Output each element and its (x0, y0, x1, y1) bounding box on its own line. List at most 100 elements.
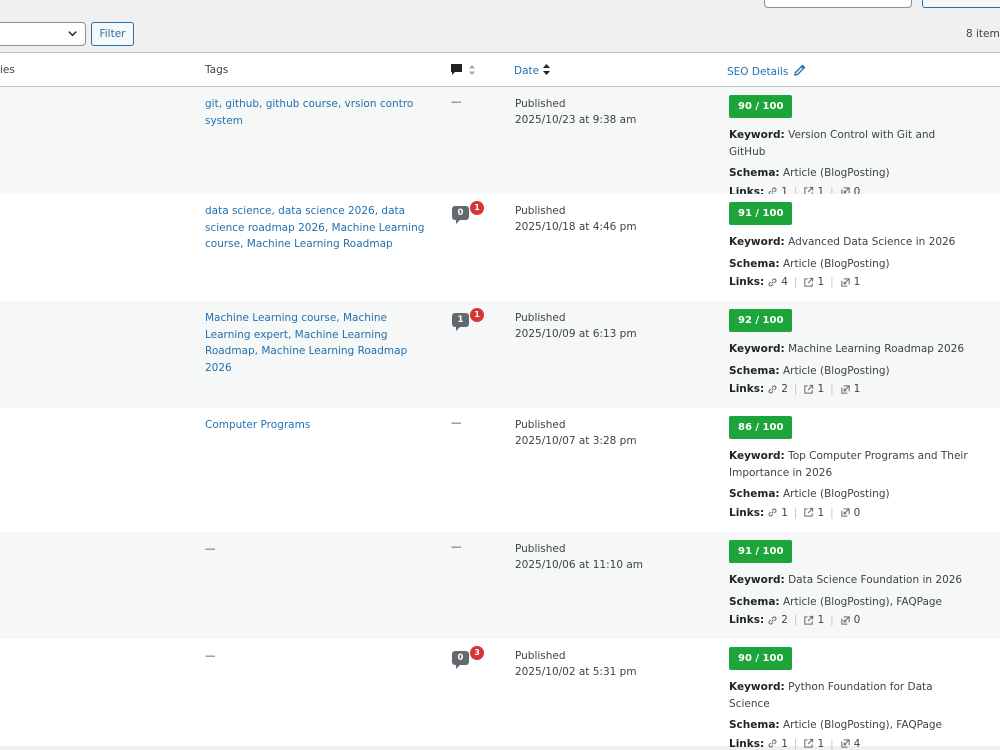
sort-icon (543, 64, 551, 75)
comment-count-bubble[interactable]: 0 3 (452, 646, 484, 669)
internal-link-icon (768, 278, 777, 286)
approved-comment-count: 0 (452, 651, 469, 665)
table-row: — 0 3 Published 2025/10/02 at 5:31 pm 90… (0, 639, 1000, 750)
comment-count-bubble[interactable]: 0 1 (452, 201, 484, 224)
post-date-value: 2025/10/23 at 9:38 am (515, 114, 637, 126)
post-tags[interactable]: — (205, 648, 435, 665)
seo-score-badge[interactable]: 90 / 100 (729, 647, 793, 670)
post-status: Published (515, 312, 566, 324)
column-tags: Tags (205, 64, 229, 76)
seo-score-badge[interactable]: 92 / 100 (729, 309, 793, 332)
column-categories[interactable]: ies (0, 64, 15, 76)
seo-keyword: Keyword: Machine Learning Roadmap 2026 (729, 343, 965, 355)
post-date: Published 2025/10/02 at 5:31 pm (515, 648, 637, 680)
seo-details: 91 / 100 Keyword: Data Science Foundatio… (729, 540, 969, 626)
post-status: Published (515, 98, 566, 110)
comment-icon (451, 64, 475, 75)
comment-count-bubble[interactable]: 1 1 (452, 308, 484, 331)
post-date: Published 2025/10/18 at 4:46 pm (515, 203, 637, 235)
post-date: Published 2025/10/23 at 9:38 am (515, 96, 636, 128)
column-seo-label: SEO Details (727, 66, 789, 78)
comments-none: — (451, 96, 462, 108)
approved-comment-count: 1 (452, 313, 469, 327)
seo-links: Links: 1 | 1 | 4 (729, 737, 861, 750)
post-tags[interactable]: — (205, 541, 435, 558)
post-date-value: 2025/10/09 at 6:13 pm (515, 328, 637, 340)
seo-schema: Schema: Article (BlogPosting) (729, 488, 890, 500)
internal-link-icon (768, 739, 777, 748)
posts-table: ies Tags Date SEO Details git, github, g… (0, 52, 1000, 750)
external-link-icon (804, 507, 814, 517)
seo-score-badge[interactable]: 91 / 100 (729, 202, 793, 225)
post-date-value: 2025/10/02 at 5:31 pm (515, 666, 637, 678)
post-status: Published (515, 419, 566, 431)
incoming-link-icon (841, 615, 850, 625)
seo-keyword: Keyword: Top Computer Programs and Their… (729, 450, 968, 479)
seo-score-badge[interactable]: 86 / 100 (729, 416, 793, 439)
incoming-link-icon (841, 277, 850, 287)
post-date: Published 2025/10/07 at 3:28 pm (515, 417, 637, 449)
post-date-value: 2025/10/18 at 4:46 pm (515, 221, 637, 233)
pending-comment-badge[interactable]: 3 (470, 646, 484, 660)
seo-keyword: Keyword: Version Control with Git and Gi… (729, 129, 936, 158)
post-tags[interactable]: Computer Programs (205, 417, 435, 434)
post-date-value: 2025/10/07 at 3:28 pm (515, 435, 637, 447)
seo-details: 86 / 100 Keyword: Top Computer Programs … (729, 416, 969, 519)
seo-links: Links: 1 | 1 | 0 (729, 506, 861, 519)
table-row: data science, data science 2026, data sc… (0, 194, 1000, 301)
seo-links: Links: 4 | 1 | 1 (729, 276, 861, 288)
post-tags[interactable]: data science, data science 2026, data sc… (205, 203, 435, 253)
table-row: Computer Programs — Published 2025/10/07… (0, 408, 1000, 532)
approved-comment-count: 0 (452, 206, 469, 220)
seo-score-badge[interactable]: 90 / 100 (729, 95, 793, 118)
seo-keyword: Keyword: Python Foundation for Data Scie… (729, 681, 933, 710)
pencil-icon[interactable] (793, 64, 806, 76)
search-button[interactable] (922, 0, 1000, 8)
post-status: Published (515, 650, 566, 662)
table-row: git, github, github course, vrsion contr… (0, 87, 1000, 198)
incoming-link-icon (841, 739, 850, 748)
pending-comment-badge[interactable]: 1 (470, 201, 484, 215)
internal-link-icon (768, 616, 777, 624)
search-input[interactable] (764, 0, 912, 8)
external-link-icon (804, 615, 814, 625)
table-row: Machine Learning course, Machine Learnin… (0, 301, 1000, 408)
seo-keyword: Keyword: Data Science Foundation in 2026 (729, 574, 963, 586)
seo-links: Links: 2 | 1 | 1 (729, 383, 861, 395)
incoming-link-icon (841, 384, 850, 394)
column-seo-details[interactable]: SEO Details (727, 64, 806, 78)
seo-schema: Schema: Article (BlogPosting) (729, 167, 890, 179)
post-tags[interactable]: git, github, github course, vrsion contr… (205, 96, 435, 129)
table-row: — — Published 2025/10/06 at 11:10 am 91 … (0, 532, 1000, 639)
internal-link-icon (768, 385, 777, 393)
comments-none: — (451, 541, 462, 553)
post-status: Published (515, 205, 566, 217)
post-date: Published 2025/10/09 at 6:13 pm (515, 310, 637, 342)
post-tags[interactable]: Machine Learning course, Machine Learnin… (205, 310, 435, 376)
post-date-value: 2025/10/06 at 11:10 am (515, 559, 644, 571)
column-date-label: Date (514, 65, 540, 77)
external-link-icon (804, 384, 814, 394)
items-count: 8 items (966, 28, 1000, 40)
seo-score-badge[interactable]: 91 / 100 (729, 540, 793, 563)
seo-details: 92 / 100 Keyword: Machine Learning Roadm… (729, 309, 969, 395)
pending-comment-badge[interactable]: 1 (470, 308, 484, 322)
internal-link-icon (768, 508, 777, 517)
filter-button[interactable]: Filter (91, 22, 134, 46)
seo-schema: Schema: Article (BlogPosting), FAQPage (729, 595, 943, 608)
seo-details: 91 / 100 Keyword: Advanced Data Science … (729, 202, 969, 288)
seo-links: Links: 2 | 1 | 0 (729, 614, 861, 626)
seo-details: 90 / 100 Keyword: Python Foundation for … (729, 647, 969, 750)
seo-schema: Schema: Article (BlogPosting) (729, 257, 890, 270)
post-date: Published 2025/10/06 at 11:10 am (515, 541, 643, 573)
comments-none: — (451, 417, 462, 429)
table-header: ies Tags Date SEO Details (0, 52, 1000, 87)
external-link-icon (804, 277, 814, 287)
column-date[interactable]: Date (514, 64, 551, 77)
external-link-icon (804, 738, 814, 748)
seo-details: 90 / 100 Keyword: Version Control with G… (729, 95, 969, 198)
post-status: Published (515, 543, 566, 555)
seo-schema: Schema: Article (BlogPosting) (729, 364, 890, 377)
category-filter-select[interactable] (0, 22, 86, 46)
column-comments[interactable] (450, 63, 480, 80)
